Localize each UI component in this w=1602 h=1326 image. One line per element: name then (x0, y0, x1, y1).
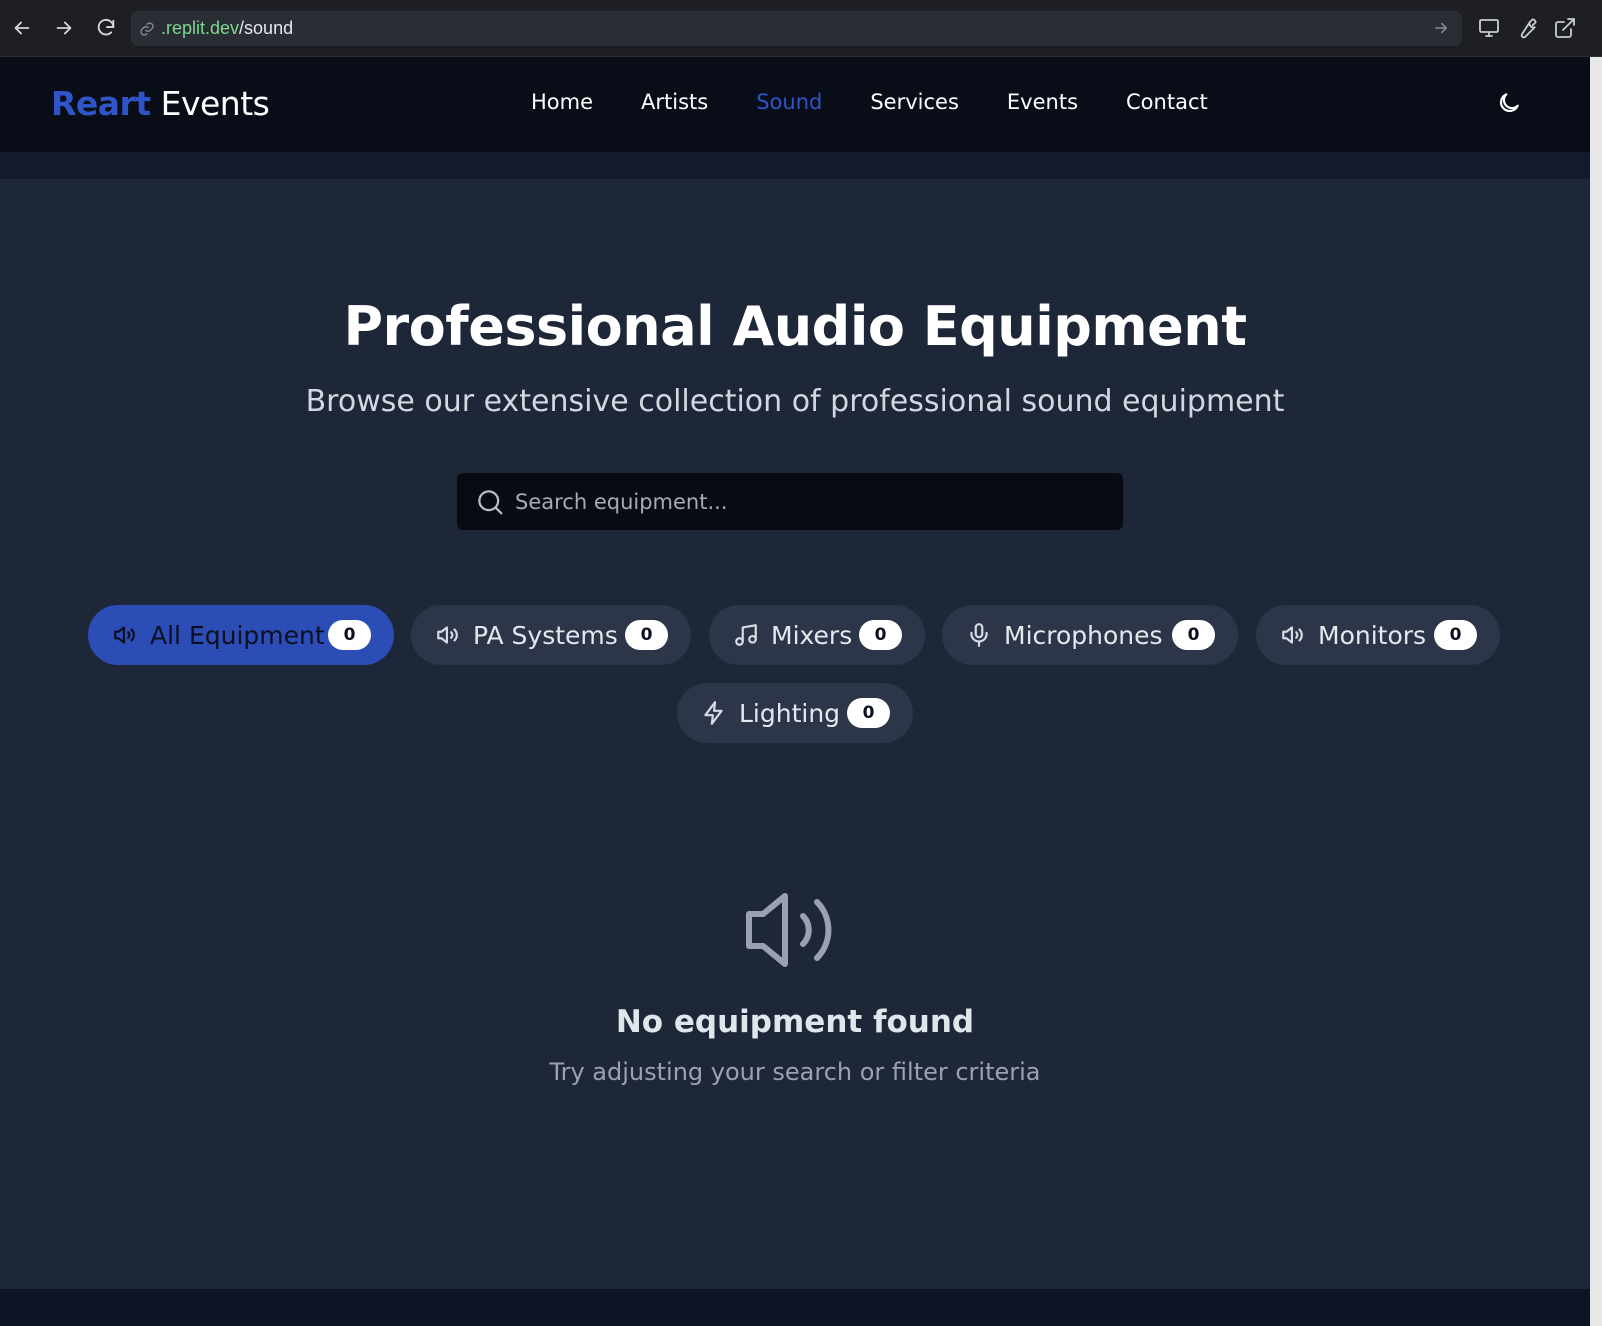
nav-events[interactable]: Events (1007, 90, 1078, 114)
nav-contact[interactable]: Contact (1126, 90, 1208, 114)
scrollbar[interactable] (1590, 57, 1602, 1326)
filter-mixers[interactable]: Mixers 0 (709, 605, 925, 665)
link-icon (139, 21, 155, 37)
lightning-icon (701, 700, 727, 726)
speaker-icon (745, 890, 837, 970)
main-nav: Home Artists Sound Services Events Conta… (531, 90, 1256, 114)
filter-count-badge: 0 (859, 620, 902, 650)
search-input[interactable] (515, 473, 1105, 530)
filter-label: PA Systems (473, 620, 618, 650)
reload-icon[interactable] (92, 14, 120, 42)
filter-label: All Equipment (150, 620, 325, 650)
search-box (457, 473, 1123, 530)
moon-icon[interactable] (1496, 90, 1524, 118)
filter-pa-systems[interactable]: PA Systems 0 (411, 605, 691, 665)
speaker-icon (112, 622, 138, 648)
filter-monitors[interactable]: Monitors 0 (1256, 605, 1500, 665)
monitor-icon[interactable] (1476, 15, 1502, 41)
filter-label: Lighting (739, 698, 841, 728)
empty-state-text: Try adjusting your search or filter crit… (549, 1058, 1041, 1086)
speaker-icon (435, 622, 461, 648)
empty-state-title: No equipment found (615, 1004, 975, 1040)
logo-rest: Events (160, 84, 270, 123)
filter-count-badge: 0 (1172, 620, 1215, 650)
forward-icon[interactable] (50, 14, 78, 42)
microphone-icon (966, 622, 992, 648)
speaker-icon (1280, 622, 1306, 648)
filter-label: Microphones (1004, 620, 1163, 650)
filter-count-badge: 0 (1434, 620, 1477, 650)
wrench-icon[interactable] (1514, 15, 1540, 41)
logo-brand: Reart (51, 84, 151, 123)
filter-count-badge: 0 (328, 620, 371, 650)
nav-home[interactable]: Home (531, 90, 593, 114)
nav-sound[interactable]: Sound (756, 90, 822, 114)
browser-toolbar: .replit.dev/sound (0, 0, 1602, 57)
music-note-icon (733, 622, 759, 648)
site-header: Reart Events Home Artists Sound Services… (0, 57, 1590, 152)
search-icon (475, 487, 505, 517)
filter-count-badge: 0 (847, 698, 890, 728)
url-path: /sound (239, 18, 294, 38)
back-icon[interactable] (8, 14, 36, 42)
filter-all-equipment[interactable]: All Equipment 0 (88, 605, 394, 665)
nav-services[interactable]: Services (870, 90, 959, 114)
nav-artists[interactable]: Artists (641, 90, 708, 114)
page-title: Professional Audio Equipment (343, 295, 1247, 358)
filter-lighting[interactable]: Lighting 0 (677, 683, 913, 743)
filter-microphones[interactable]: Microphones 0 (942, 605, 1238, 665)
url-text: .replit.dev/sound (161, 18, 293, 39)
address-bar[interactable]: .replit.dev/sound (131, 11, 1462, 46)
url-host: .replit.dev (161, 18, 240, 38)
go-arrow-icon[interactable] (1432, 19, 1450, 37)
filter-label: Mixers (771, 620, 853, 650)
header-spacer (0, 152, 1590, 179)
site-logo[interactable]: Reart Events (51, 84, 270, 123)
external-link-icon[interactable] (1552, 15, 1578, 41)
filter-label: Monitors (1318, 620, 1427, 650)
page-subtitle: Browse our extensive collection of profe… (305, 384, 1285, 419)
footer (0, 1289, 1590, 1326)
filter-count-badge: 0 (625, 620, 668, 650)
